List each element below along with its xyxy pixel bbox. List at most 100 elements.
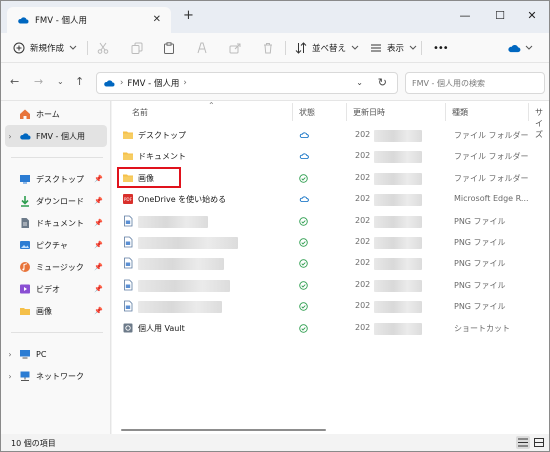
blurred-date bbox=[374, 172, 422, 185]
blurred-file-name[interactable] bbox=[138, 215, 208, 228]
file-name[interactable]: OneDrive を使い始める bbox=[138, 194, 226, 205]
file-name[interactable]: デスクトップ bbox=[138, 130, 186, 141]
table-row[interactable]: 個人用 Vault 202 ショートカット bbox=[112, 318, 549, 339]
sync-status bbox=[299, 195, 309, 205]
cut-icon[interactable] bbox=[95, 40, 111, 56]
details-view-icon bbox=[518, 438, 528, 447]
up-arrow-icon[interactable]: ↑ bbox=[75, 75, 84, 88]
svg-text:PDF: PDF bbox=[124, 197, 133, 202]
address-dropdown-icon[interactable]: ⌄ bbox=[356, 78, 363, 87]
copy-icon[interactable] bbox=[129, 40, 145, 56]
documents-icon bbox=[21, 218, 29, 228]
cloud-icon bbox=[18, 17, 29, 24]
sidebar-item-images-folder[interactable]: 画像 📌 bbox=[5, 300, 107, 322]
paste-icon[interactable] bbox=[161, 40, 177, 56]
onedrive-button[interactable] bbox=[507, 39, 533, 57]
table-row[interactable]: 202 PNG ファイル bbox=[112, 211, 549, 232]
file-name[interactable]: 個人用 Vault bbox=[138, 323, 185, 334]
chevron-right-icon[interactable]: › bbox=[5, 350, 15, 359]
sidebar-item-network[interactable]: › ネットワーク bbox=[5, 365, 107, 387]
folder-file-icon bbox=[122, 129, 134, 141]
file-type: PNG ファイル bbox=[454, 302, 506, 312]
chevron-down-icon bbox=[409, 45, 417, 50]
folder-file-icon bbox=[122, 150, 134, 162]
cloud-icon bbox=[20, 133, 31, 140]
modified-date: 202 bbox=[355, 194, 371, 204]
new-tab-button[interactable]: + bbox=[183, 9, 194, 23]
chevron-down-icon bbox=[351, 45, 359, 50]
refresh-icon[interactable]: ↻ bbox=[378, 76, 387, 89]
search-input[interactable]: FMV - 個人用の検索 bbox=[405, 72, 545, 94]
sidebar-item-videos[interactable]: ビデオ 📌 bbox=[5, 278, 107, 300]
file-type: PNG ファイル bbox=[454, 238, 506, 247]
table-row[interactable]: 202 PNG ファイル bbox=[112, 232, 549, 253]
cloud-status-icon bbox=[299, 196, 309, 203]
pin-icon[interactable]: 📌 bbox=[94, 175, 103, 183]
details-view-button[interactable] bbox=[516, 436, 530, 449]
column-header-modified[interactable]: 更新日時 bbox=[353, 107, 385, 118]
view-icon bbox=[371, 44, 381, 52]
png-file-icon bbox=[122, 300, 134, 312]
delete-icon[interactable] bbox=[260, 40, 276, 56]
table-row[interactable]: PDF OneDrive を使い始める 202 Microsoft Edge R... bbox=[112, 189, 549, 210]
sync-status bbox=[299, 152, 309, 162]
status-bar: 10 個の項目 bbox=[1, 434, 549, 451]
table-row[interactable]: ドキュメント 202 ファイル フォルダー bbox=[112, 146, 549, 167]
close-button[interactable]: ✕ bbox=[515, 1, 549, 29]
chevron-right-icon[interactable]: › bbox=[5, 372, 15, 381]
sidebar-item-pc[interactable]: › PC bbox=[5, 343, 107, 365]
blurred-file-name[interactable] bbox=[138, 279, 230, 292]
rename-icon[interactable] bbox=[194, 40, 210, 56]
more-button[interactable]: ••• bbox=[433, 39, 449, 57]
breadcrumb-item[interactable]: FMV - 個人用 bbox=[127, 77, 179, 89]
chevron-down-icon bbox=[525, 45, 533, 50]
horizontal-scrollbar[interactable] bbox=[121, 429, 326, 431]
modified-date: 202 bbox=[355, 237, 371, 246]
sidebar-item-downloads[interactable]: ダウンロード 📌 bbox=[5, 190, 107, 212]
sidebar-item-desktop[interactable]: デスクトップ 📌 bbox=[5, 168, 107, 190]
pin-icon[interactable]: 📌 bbox=[94, 285, 103, 293]
tiles-view-button[interactable] bbox=[532, 436, 546, 449]
pin-icon[interactable]: 📌 bbox=[94, 219, 103, 227]
sidebar-item-fmv[interactable]: › FMV - 個人用 bbox=[5, 125, 107, 147]
maximize-button[interactable]: ☐ bbox=[483, 1, 517, 29]
blurred-date bbox=[374, 258, 422, 271]
address-bar[interactable]: › FMV - 個人用 › ⌄ ↻ bbox=[96, 72, 398, 94]
forward-arrow-icon[interactable]: → bbox=[34, 75, 43, 88]
pin-icon[interactable]: 📌 bbox=[94, 263, 103, 271]
column-header-name[interactable]: 名前 bbox=[132, 107, 148, 118]
minimize-button[interactable]: — bbox=[448, 1, 482, 29]
recent-chevron-icon[interactable]: ⌄ bbox=[57, 77, 64, 86]
blurred-file-name[interactable] bbox=[138, 237, 238, 249]
tab-fmv[interactable]: FMV - 個人用 ✕ bbox=[7, 7, 171, 33]
chevron-right-icon[interactable]: › bbox=[5, 132, 15, 141]
blurred-file-name[interactable] bbox=[138, 301, 222, 314]
view-button[interactable]: 表示 bbox=[370, 39, 417, 57]
table-row[interactable]: デスクトップ 202 ファイル フォルダー bbox=[112, 125, 549, 146]
sidebar-item-label: ミュージック bbox=[36, 262, 84, 272]
sidebar-item-home[interactable]: ホーム bbox=[5, 103, 107, 125]
sidebar-item-music[interactable]: ミュージック 📌 bbox=[5, 256, 107, 278]
vault-file-icon bbox=[122, 322, 134, 334]
pin-icon[interactable]: 📌 bbox=[94, 307, 103, 315]
pin-icon[interactable]: 📌 bbox=[94, 197, 103, 205]
table-row[interactable]: 202 PNG ファイル bbox=[112, 275, 549, 296]
table-row[interactable]: 202 PNG ファイル bbox=[112, 296, 549, 317]
file-name[interactable]: ドキュメント bbox=[138, 151, 186, 162]
back-arrow-icon[interactable]: ← bbox=[10, 75, 19, 88]
tab-close-icon[interactable]: ✕ bbox=[153, 14, 161, 25]
blurred-file-name[interactable] bbox=[138, 258, 224, 271]
new-button[interactable]: 新規作成 bbox=[13, 39, 77, 57]
blurred-date bbox=[374, 215, 422, 228]
table-row[interactable]: 202 PNG ファイル bbox=[112, 253, 549, 274]
share-icon[interactable] bbox=[227, 40, 243, 56]
column-header-type[interactable]: 種類 bbox=[452, 107, 468, 118]
column-header-status[interactable]: 状態 bbox=[299, 107, 315, 118]
tab-title: FMV - 個人用 bbox=[35, 16, 88, 26]
sidebar-item-documents[interactable]: ドキュメント 📌 bbox=[5, 212, 107, 234]
sidebar-item-pictures[interactable]: ピクチャ 📌 bbox=[5, 234, 107, 256]
tiles-view-icon bbox=[534, 438, 544, 447]
pin-icon[interactable]: 📌 bbox=[94, 241, 103, 249]
sort-button[interactable]: 並べ替え bbox=[295, 39, 359, 57]
pdf-file-icon: PDF bbox=[122, 193, 134, 205]
